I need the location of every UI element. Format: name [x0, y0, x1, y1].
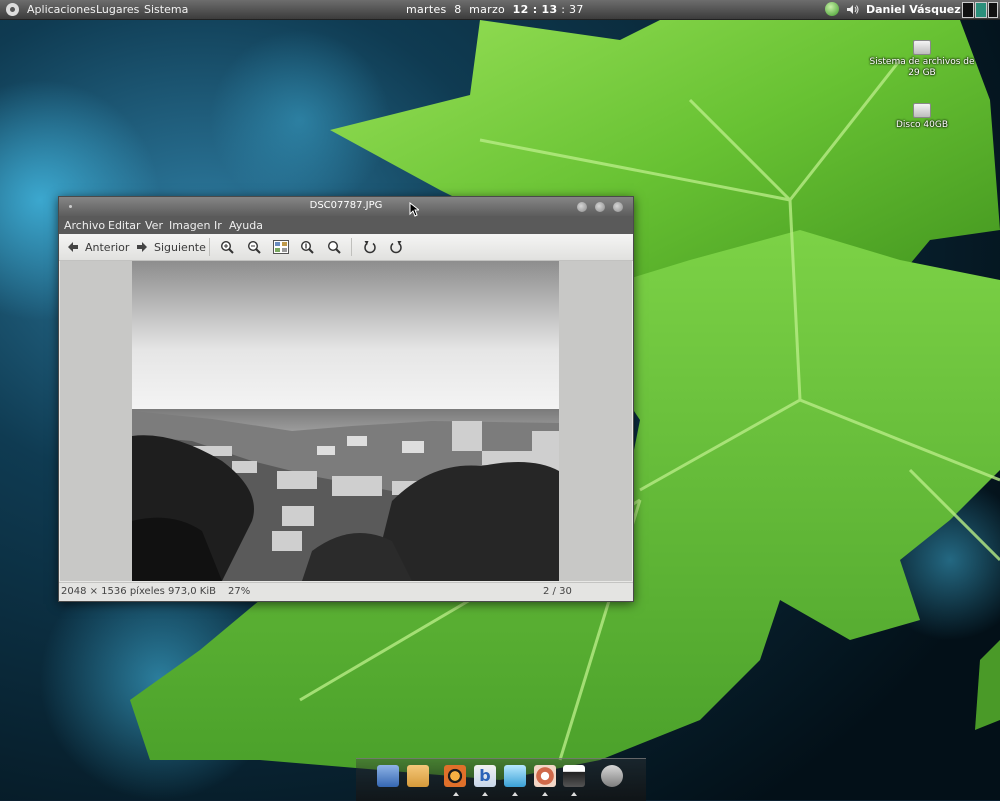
- next-label: Siguiente: [154, 240, 206, 254]
- zoom-fit-button[interactable]: [327, 239, 341, 255]
- distro-logo-icon[interactable]: [6, 3, 19, 16]
- arrow-left-icon: [68, 242, 78, 252]
- menu-lugares[interactable]: Lugares: [96, 3, 139, 16]
- toolbar-separator: [351, 238, 352, 256]
- previous-label: Anterior: [85, 240, 130, 254]
- browser-icon[interactable]: b: [474, 765, 496, 787]
- gallery-icon: [273, 240, 289, 254]
- running-indicator: [453, 792, 459, 796]
- maximize-button[interactable]: [595, 202, 605, 212]
- menu-editar[interactable]: Editar: [108, 219, 141, 232]
- clock[interactable]: martes 8 marzo 12 : 13 : 37: [406, 3, 584, 16]
- desktop-icon-label: Disco 40GB: [895, 120, 949, 130]
- clock-time: 12 : 13: [512, 3, 558, 16]
- network-status-icon[interactable]: [825, 2, 839, 16]
- status-position: 2 / 30: [543, 586, 572, 597]
- window-titlebar[interactable]: DSC07787.JPG: [59, 197, 633, 216]
- clock-date: 8: [454, 3, 462, 16]
- running-indicator: [482, 792, 488, 796]
- zoom-normal-icon: [300, 240, 314, 254]
- gallery-button[interactable]: [273, 239, 289, 255]
- top-panel: Aplicaciones Lugares Sistema martes 8 ma…: [0, 0, 1000, 20]
- status-zoom: 27%: [228, 586, 251, 597]
- window-title: DSC07787.JPG: [309, 200, 383, 211]
- previous-button[interactable]: Anterior: [67, 239, 129, 255]
- menu-ayuda[interactable]: Ayuda: [229, 219, 263, 232]
- clock-seconds: : 37: [561, 3, 584, 16]
- photo-image: [132, 261, 559, 581]
- zoom-fit-icon: [327, 240, 341, 254]
- arrow-right-icon: [137, 242, 147, 252]
- messenger-icon[interactable]: [504, 765, 526, 787]
- clock-day: martes: [406, 3, 447, 16]
- zoom-in-button[interactable]: [220, 239, 234, 255]
- menu-ver[interactable]: Ver: [145, 219, 163, 232]
- audio-icon[interactable]: [534, 765, 556, 787]
- drive-icon: [913, 40, 931, 55]
- user-name[interactable]: Daniel Vásquez: [866, 3, 961, 16]
- menu-sistema[interactable]: Sistema: [144, 3, 188, 16]
- menu-bar: Archivo Editar Ver Imagen Ir Ayuda: [59, 216, 633, 234]
- desktop-icon-label: Sistema de archivos de 29 GB: [869, 57, 975, 78]
- desktop-icon-filesystem[interactable]: Sistema de archivos de 29 GB: [867, 40, 977, 79]
- menu-ir[interactable]: Ir: [214, 219, 222, 232]
- rotate-right-button[interactable]: [389, 239, 403, 255]
- image-view-area[interactable]: [60, 261, 632, 581]
- status-bar: 2048 × 1536 píxeles 973,0 KiB 27% 2 / 30: [59, 582, 633, 601]
- status-dimensions: 2048 × 1536 píxeles: [61, 586, 165, 597]
- file-manager-icon[interactable]: [377, 765, 399, 787]
- folder-icon[interactable]: [407, 765, 429, 787]
- next-button[interactable]: Siguiente: [136, 239, 206, 255]
- workspace-1-icon[interactable]: [962, 2, 974, 18]
- running-indicator: [571, 792, 577, 796]
- screen-icon[interactable]: [563, 765, 585, 787]
- desktop-icon-disk[interactable]: Disco 40GB: [867, 103, 977, 131]
- rotate-left-button[interactable]: [363, 239, 377, 255]
- workspace-2-icon[interactable]: [975, 2, 987, 18]
- image-viewer-window: DSC07787.JPG Archivo Editar Ver Imagen I…: [58, 196, 634, 602]
- trash-icon[interactable]: [601, 765, 623, 787]
- zoom-normal-button[interactable]: [300, 239, 314, 255]
- running-indicator: [542, 792, 548, 796]
- toolbar-separator: [209, 238, 210, 256]
- zoom-in-icon: [220, 240, 234, 254]
- rotate-right-icon: [390, 241, 402, 254]
- zoom-out-button[interactable]: [247, 239, 261, 255]
- minimize-button[interactable]: [577, 202, 587, 212]
- dock: b: [356, 758, 646, 801]
- zoom-out-icon: [247, 240, 261, 254]
- workspace-3-icon[interactable]: [988, 2, 998, 18]
- mouse-cursor-icon: [409, 202, 419, 217]
- media-player-icon[interactable]: [444, 765, 466, 787]
- menu-archivo[interactable]: Archivo: [64, 219, 105, 232]
- drive-icon: [913, 103, 931, 118]
- status-size: 973,0 KiB: [168, 586, 217, 597]
- toolbar: Anterior Siguiente: [59, 234, 633, 261]
- menu-aplicaciones[interactable]: Aplicaciones: [27, 3, 96, 16]
- rotate-left-icon: [364, 241, 376, 254]
- volume-icon[interactable]: [846, 4, 860, 15]
- menu-imagen[interactable]: Imagen: [169, 219, 210, 232]
- running-indicator: [512, 792, 518, 796]
- close-button[interactable]: [613, 202, 623, 212]
- clock-month: marzo: [469, 3, 506, 16]
